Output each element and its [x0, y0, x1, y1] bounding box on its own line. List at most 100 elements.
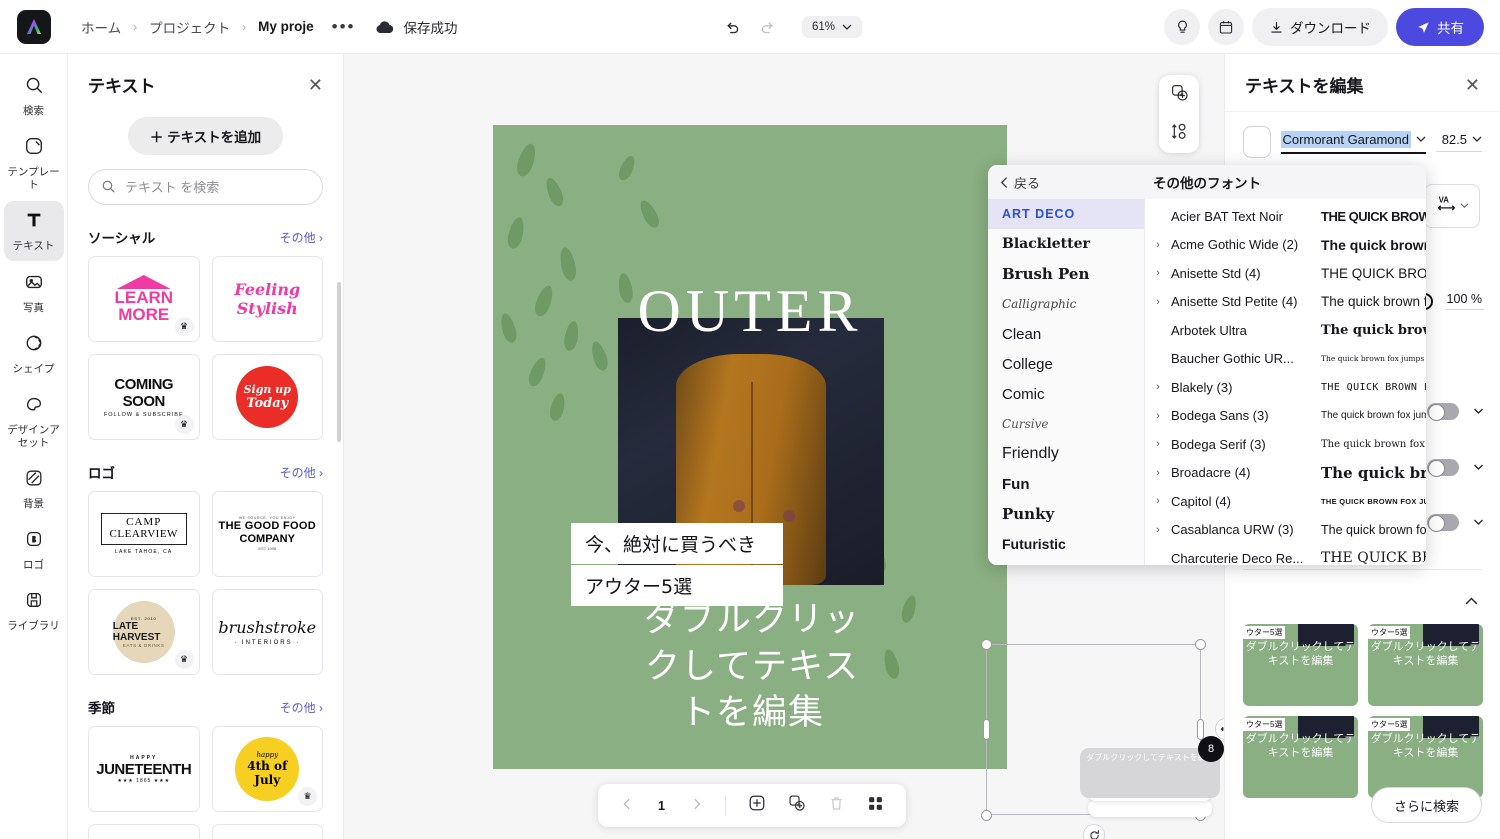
undo-icon[interactable]: [724, 19, 741, 36]
template-thumb[interactable]: CAMP CLEARVIEW LAKE TAHOE, CA: [88, 491, 200, 577]
sidebar-item-photos[interactable]: 写真: [4, 263, 64, 322]
font-category-comic[interactable]: Comic: [988, 379, 1144, 409]
template-thumb[interactable]: Sign up Today: [211, 354, 323, 440]
align-distribute-icon[interactable]: [1170, 122, 1189, 146]
template-thumb[interactable]: HAPPY JUNETEENTH ★★★ 1865 ★★★: [88, 726, 200, 812]
font-category-brush-pen[interactable]: Brush Pen: [988, 259, 1144, 289]
template-thumb[interactable]: CELEBRATE: [211, 824, 323, 839]
effect-toggle-2[interactable]: [1427, 459, 1459, 477]
sidebar-item-background[interactable]: 背景: [4, 459, 64, 518]
more-options-icon[interactable]: •••: [332, 18, 356, 35]
lightbulb-icon[interactable]: [1164, 9, 1200, 45]
font-category-clean[interactable]: Clean: [988, 319, 1144, 349]
sidebar-item-design-assets[interactable]: デザインアセット: [4, 385, 64, 457]
suggestion-thumb[interactable]: ウター5選 ダブルクリックしてテキストを編集: [1368, 716, 1483, 798]
font-size-selector[interactable]: 82.5: [1436, 132, 1482, 152]
letter-spacing-button[interactable]: VA: [1424, 184, 1480, 228]
sidebar-item-text[interactable]: テキスト: [3, 201, 64, 261]
font-list-item[interactable]: › Broadacre (4) The quick brow: [1145, 459, 1426, 488]
chevron-right-icon[interactable]: ›: [1145, 410, 1171, 422]
suggestion-thumb[interactable]: ウター5選 ダブルクリックしてテキストを編集: [1368, 624, 1483, 706]
chevron-right-icon[interactable]: ›: [1145, 524, 1171, 536]
selection-handle-tr[interactable]: [1195, 639, 1206, 650]
search-input[interactable]: [88, 169, 323, 205]
section-more-link[interactable]: その他 ›: [280, 699, 323, 716]
font-list-item[interactable]: › Anisette Std Petite (4) The quick brow…: [1145, 288, 1426, 317]
zoom-level-selector[interactable]: 61%: [802, 16, 863, 38]
placeholder-text-element[interactable]: ダブルクリックしてテキストを編集: [643, 597, 861, 737]
share-button[interactable]: 共有: [1396, 8, 1484, 46]
chevron-right-icon[interactable]: ›: [1145, 467, 1171, 479]
add-page-icon[interactable]: [748, 794, 766, 817]
redo-icon[interactable]: [759, 19, 776, 36]
font-category-college[interactable]: College: [988, 349, 1144, 379]
font-list-item[interactable]: Arbotek Ultra The quick brown f: [1145, 316, 1426, 345]
font-category-cursive[interactable]: Cursive: [988, 409, 1144, 439]
chevron-right-icon[interactable]: ›: [1145, 495, 1171, 507]
template-thumb[interactable]: brushstroke · INTERIORS ·: [211, 589, 323, 675]
section-more-link[interactable]: その他 ›: [280, 229, 323, 246]
text-color-swatch[interactable]: [1243, 126, 1271, 158]
font-list-item[interactable]: Acier BAT Text Noir THE QUICK BROWN: [1145, 202, 1426, 231]
template-thumb[interactable]: happy 4th of July ♛: [211, 726, 323, 812]
sidebar-item-logo[interactable]: ロゴ: [4, 520, 64, 579]
section-more-link[interactable]: その他 ›: [280, 464, 323, 481]
breadcrumb-projects[interactable]: プロジェクト: [149, 17, 230, 37]
font-category-futuristic[interactable]: Futuristic: [988, 529, 1144, 559]
trash-icon[interactable]: [828, 795, 845, 817]
sidebar-item-search[interactable]: 検索: [4, 66, 64, 125]
breadcrumb-current-project[interactable]: My proje: [258, 19, 314, 34]
font-family-selector[interactable]: Cormorant Garamond: [1280, 130, 1426, 154]
calendar-icon[interactable]: [1208, 9, 1244, 45]
effect-toggle-1[interactable]: [1427, 403, 1459, 421]
font-list-item[interactable]: › Acme Gothic Wide (2) The quick brown: [1145, 231, 1426, 260]
chevron-right-icon[interactable]: ›: [1145, 239, 1171, 251]
close-icon[interactable]: ✕: [1465, 76, 1480, 94]
font-category-friendly[interactable]: Friendly: [988, 439, 1144, 469]
chevron-right-icon[interactable]: ›: [1145, 296, 1171, 308]
page-stack-widget[interactable]: ダブルクリックしてテキストを編集 8: [1080, 736, 1224, 828]
font-list-item[interactable]: › Casablanca URW (3) The quick brown fox…: [1145, 516, 1426, 545]
selection-handle-left[interactable]: [983, 719, 990, 740]
app-logo-icon[interactable]: [17, 9, 51, 44]
effect-toggle-3[interactable]: [1427, 514, 1459, 532]
chevron-right-icon[interactable]: ›: [1145, 438, 1171, 450]
selection-handle-bl[interactable]: [981, 810, 992, 821]
page-number[interactable]: 1: [655, 799, 669, 813]
breadcrumb-home[interactable]: ホーム: [81, 17, 121, 37]
next-page-button[interactable]: [691, 797, 703, 815]
close-icon[interactable]: ✕: [308, 76, 323, 94]
download-button[interactable]: ダウンロード: [1252, 8, 1388, 46]
template-thumb[interactable]: EST. 2010 LATE HARVEST EATS & DRINKS ♛: [88, 589, 200, 675]
prev-page-button[interactable]: [621, 797, 633, 815]
font-category-punky[interactable]: Punky: [988, 499, 1144, 529]
selection-handle-tl[interactable]: [981, 639, 992, 650]
font-list-item[interactable]: › Capitol (4) THE QUICK BROWN FOX JUMPS …: [1145, 487, 1426, 516]
font-list-item[interactable]: › Blakely (3) THE QUICK BROWN FOX JUMPS: [1145, 373, 1426, 402]
font-category-calligraphic[interactable]: Calligraphic: [988, 289, 1144, 319]
caption-box-1[interactable]: 今、絶対に買うべき: [571, 523, 783, 564]
font-list-item[interactable]: Charcuterie Deco Re... THE QUICK BROW: [1145, 544, 1426, 565]
grid-view-icon[interactable]: [867, 795, 884, 817]
font-category-art-deco[interactable]: ART DECO: [988, 199, 1144, 229]
sidebar-item-library[interactable]: ライブラリ: [4, 581, 64, 640]
sidebar-item-templates[interactable]: テンプレート: [4, 127, 64, 199]
sidebar-item-shapes[interactable]: シェイプ: [4, 324, 64, 383]
font-category-blackletter[interactable]: Blackletter: [988, 229, 1144, 259]
suggestion-thumb[interactable]: ウター5選 ダブルクリックしてテキストを編集: [1243, 624, 1358, 706]
suggestion-thumb[interactable]: ウター5選 ダブルクリックしてテキストを編集: [1243, 716, 1358, 798]
selection-handle-right[interactable]: [1197, 719, 1204, 740]
template-thumb[interactable]: LEARN MORE ♛: [88, 256, 200, 342]
chevron-up-icon[interactable]: [1465, 592, 1478, 610]
template-thumb[interactable]: Feeling Stylish: [211, 256, 323, 342]
font-list-item[interactable]: Baucher Gothic UR... The quick brown fox…: [1145, 345, 1426, 374]
more-search-button[interactable]: さらに検索: [1370, 787, 1482, 823]
duplicate-page-icon[interactable]: [788, 794, 806, 817]
artboard[interactable]: OUTER 今、絶対に買うべき アウター5選 ダブルクリックしてテキストを編集: [493, 125, 1007, 769]
duplicate-icon[interactable]: [1170, 83, 1189, 107]
template-thumb[interactable]: COMING SOON FOLLOW & SUBSCRIBE ♛: [88, 354, 200, 440]
chevron-right-icon[interactable]: ›: [1145, 267, 1171, 279]
template-thumb[interactable]: [88, 824, 200, 839]
chevron-right-icon[interactable]: ›: [1145, 381, 1171, 393]
font-list-item[interactable]: › Bodega Sans (3) The quick brown fox ju…: [1145, 402, 1426, 431]
